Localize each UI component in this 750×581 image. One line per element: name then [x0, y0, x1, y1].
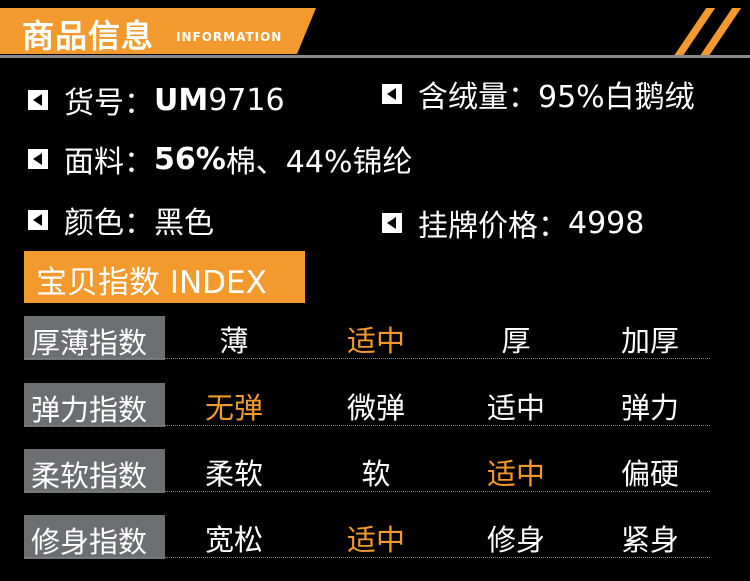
- arrow-left-icon: [382, 213, 402, 233]
- index-row: 弹力指数 无弹 微弹 适中 弹力: [24, 383, 710, 433]
- info-down-content: 含绒量： 95%白鹅绒: [382, 72, 695, 116]
- index-option: 柔软: [204, 457, 264, 491]
- index-option: 适中: [486, 391, 546, 425]
- index-option: 厚: [501, 324, 531, 358]
- index-row: 柔软指数 柔软 软 适中 偏硬: [24, 449, 710, 499]
- index-row-divider: [24, 358, 710, 359]
- index-option-selected: 无弹: [204, 391, 264, 425]
- color-value: 黑色: [154, 206, 214, 241]
- index-row-label-text: 柔软指数: [31, 459, 148, 493]
- index-row-label: 修身指数: [24, 515, 165, 559]
- index-row-label: 厚薄指数: [24, 316, 165, 360]
- fabric-value: 棉、44%锦纶: [225, 145, 413, 180]
- fabric-value-bold: 56%: [154, 141, 226, 177]
- index-option: 紧身: [620, 523, 680, 557]
- index-option: 偏硬: [620, 457, 680, 491]
- index-option: 弹力: [620, 391, 680, 425]
- index-option-selected: 适中: [346, 523, 406, 557]
- arrow-left-icon: [28, 149, 48, 169]
- index-option-selected: 适中: [346, 324, 406, 358]
- index-banner: 宝贝指数 INDEX: [24, 251, 305, 303]
- header-title: 商品信息: [22, 17, 155, 55]
- arrow-left-icon: [382, 84, 402, 104]
- index-row-label-text: 修身指数: [31, 525, 148, 559]
- fabric-label: 面料：: [64, 145, 154, 180]
- info-item-no: 货号： UM 9716: [28, 78, 285, 122]
- product-info-panel: 商品信息 INFORMATION 货号： UM 9716 含绒量： 95%白鹅绒…: [0, 0, 750, 581]
- index-option: 修身: [486, 523, 546, 557]
- info-fabric: 面料： 56% 棉、44%锦纶: [28, 137, 413, 181]
- index-row: 修身指数 宽松 适中 修身 紧身: [24, 515, 710, 565]
- info-color: 颜色： 黑色: [28, 198, 214, 242]
- index-option: 微弹: [346, 391, 406, 425]
- header-subtitle: INFORMATION: [176, 30, 283, 44]
- header-divider: [0, 55, 750, 58]
- price-value: 4998: [568, 205, 645, 241]
- index-option: 宽松: [204, 523, 264, 557]
- arrow-left-icon: [28, 210, 48, 230]
- item-no-value: UM: [154, 82, 209, 118]
- index-row-label-text: 弹力指数: [31, 393, 148, 427]
- arrow-left-icon: [28, 90, 48, 110]
- section-header: 商品信息 INFORMATION: [0, 8, 750, 58]
- index-option: 加厚: [620, 324, 680, 358]
- index-option: 软: [361, 457, 391, 491]
- index-row-label-text: 厚薄指数: [31, 326, 148, 360]
- index-row-divider: [24, 425, 710, 426]
- index-title: 宝贝指数 INDEX: [36, 265, 267, 301]
- down-content-label: 含绒量：: [418, 80, 538, 115]
- index-option-selected: 适中: [486, 457, 546, 491]
- index-row-divider: [24, 557, 710, 558]
- item-no-label: 货号：: [64, 86, 154, 121]
- down-content-value: 95%白鹅绒: [538, 80, 695, 115]
- color-label: 颜色：: [64, 206, 154, 241]
- price-label: 挂牌价格：: [418, 209, 568, 244]
- info-price: 挂牌价格： 4998: [382, 201, 644, 245]
- index-row: 厚薄指数 薄 适中 厚 加厚: [24, 316, 710, 366]
- index-row-label: 弹力指数: [24, 383, 165, 427]
- index-row-label: 柔软指数: [24, 449, 165, 493]
- index-option: 薄: [219, 324, 249, 358]
- index-row-divider: [24, 491, 710, 492]
- item-no-value-tail: 9716: [208, 82, 285, 118]
